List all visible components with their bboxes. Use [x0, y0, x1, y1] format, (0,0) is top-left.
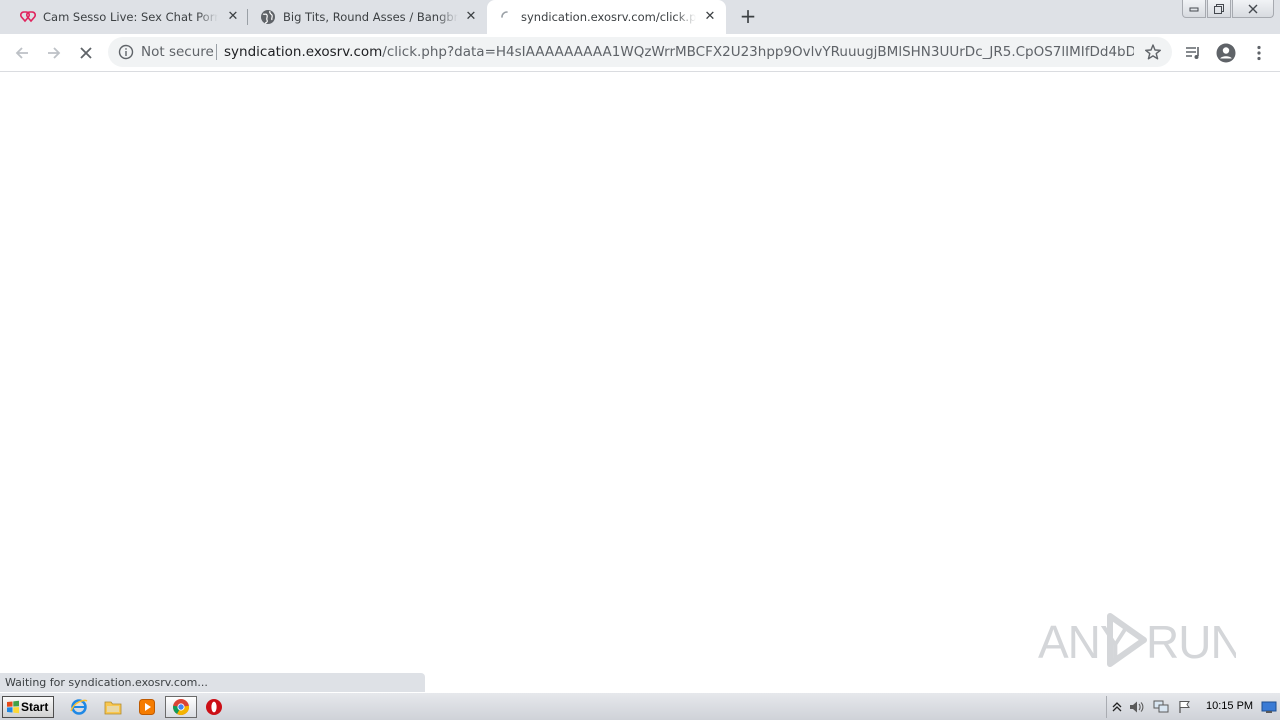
url-path: /click.php?data=H4sIAAAAAAAAA1WQzWrrMBCF… [382, 44, 1134, 60]
tray-volume[interactable] [1129, 699, 1145, 715]
start-button[interactable]: Start [2, 696, 54, 718]
window-close-button[interactable] [1232, 0, 1274, 18]
anyrun-watermark-logo: ANY RUN [1038, 613, 1236, 668]
taskbar-media-player[interactable] [136, 697, 158, 717]
new-tab-button[interactable]: + [738, 6, 758, 26]
close-icon [1248, 4, 1258, 14]
stop-loading-button[interactable] [74, 41, 98, 65]
desktop-monitor-icon [1261, 701, 1277, 713]
playlist-icon [1186, 47, 1199, 59]
address-bar[interactable]: Not secure syndication.exosrv.com/click.… [108, 37, 1172, 67]
tray-action-center[interactable] [1177, 699, 1193, 715]
media-control-button[interactable] [1182, 42, 1204, 64]
tab-bangbros[interactable]: Big Tits, Round Asses / Bangbros - Jo ✕ [248, 0, 486, 34]
account-circle-icon [1216, 43, 1236, 63]
page-content-area [0, 72, 1280, 692]
windows-taskbar: Start 10:15 PM [0, 692, 1280, 720]
speaker-icon [1130, 701, 1144, 713]
profile-button[interactable] [1215, 42, 1237, 64]
bookmark-star-icon[interactable] [1144, 43, 1162, 61]
network-icon [1153, 700, 1169, 713]
url-text[interactable]: syndication.exosrv.com/click.php?data=H4… [224, 43, 1134, 61]
taskbar-ie[interactable] [68, 697, 90, 717]
taskbar-explorer[interactable] [102, 697, 124, 717]
globe-icon [261, 10, 275, 24]
folder-icon [104, 701, 122, 715]
media-player-icon [139, 699, 155, 715]
back-button[interactable] [10, 41, 34, 65]
url-host: syndication.exosrv.com [224, 44, 383, 60]
tray-expand-button[interactable] [1109, 699, 1125, 715]
omnibox-separator [216, 44, 217, 60]
tab-close-icon[interactable]: ✕ [464, 10, 478, 24]
internet-explorer-icon [70, 699, 88, 715]
system-tray [1106, 696, 1280, 718]
tray-show-desktop[interactable] [1261, 699, 1277, 715]
window-restore-button[interactable] [1207, 0, 1231, 18]
status-bubble: Waiting for syndication.exosrv.com... [0, 673, 425, 692]
chevron-up-icon [1112, 702, 1122, 712]
opera-icon [206, 699, 222, 715]
svg-text:RUN: RUN [1146, 616, 1236, 668]
info-circle-icon[interactable] [118, 44, 134, 60]
tab-syndication-active[interactable]: syndication.exosrv.com/click.php?data ✕ [487, 0, 726, 34]
taskbar-chrome[interactable] [165, 696, 197, 718]
tab-strip: Cam Sesso Live: Sex Chat Porno Gratis ✕ … [0, 0, 1280, 34]
tab-close-icon[interactable]: ✕ [703, 10, 717, 24]
start-label: Start [21, 700, 49, 714]
chrome-menu-button[interactable] [1248, 42, 1270, 64]
restore-icon [1214, 4, 1224, 14]
chrome-icon [173, 699, 190, 715]
tab-title: Big Tits, Round Asses / Bangbros - Jo [283, 10, 458, 24]
arrow-right-icon [48, 47, 61, 59]
browser-toolbar: Not secure syndication.exosrv.com/click.… [0, 34, 1280, 72]
flag-icon [1179, 701, 1190, 713]
stop-x-icon [80, 47, 92, 59]
heart-logo-icon [20, 11, 36, 23]
window-minimize-button[interactable] [1182, 0, 1206, 18]
windows-logo-icon [7, 700, 19, 714]
not-secure-label[interactable]: Not secure [141, 44, 214, 60]
tab-title: syndication.exosrv.com/click.php?data [521, 10, 696, 24]
tab-cam-sesso[interactable]: Cam Sesso Live: Sex Chat Porno Gratis ✕ [8, 0, 246, 34]
forward-button[interactable] [42, 41, 66, 65]
taskbar-opera[interactable] [203, 697, 225, 717]
tray-network[interactable] [1153, 699, 1169, 715]
tab-close-icon[interactable]: ✕ [226, 10, 240, 24]
more-vertical-icon [1257, 45, 1261, 61]
tab-title: Cam Sesso Live: Sex Chat Porno Gratis [43, 10, 218, 24]
arrow-left-icon [15, 47, 28, 59]
loading-spinner-icon [501, 11, 508, 18]
taskbar-clock[interactable]: 10:15 PM [1206, 698, 1253, 714]
minimize-icon [1189, 7, 1199, 12]
